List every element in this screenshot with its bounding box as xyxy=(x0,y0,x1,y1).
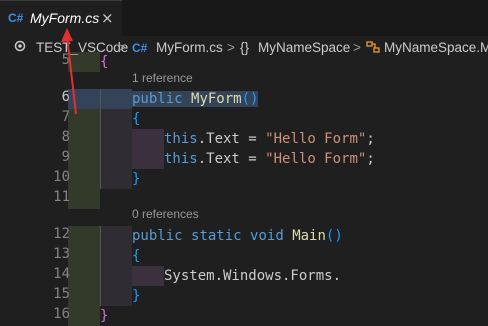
annotation-arrow xyxy=(61,28,77,115)
